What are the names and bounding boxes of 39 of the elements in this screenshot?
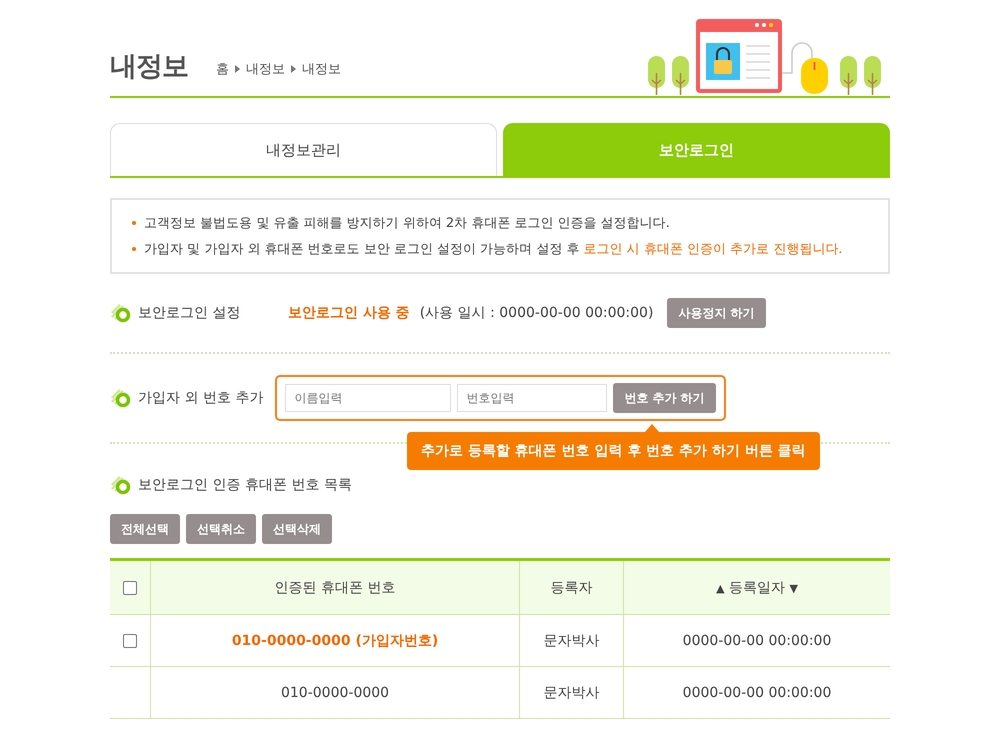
usage-date-text: (사용 일시 : 0000-00-00 00:00:00) [420,304,654,322]
name-input-field[interactable]: 이름입력 [285,384,452,412]
column-header: 등록자 [520,560,624,614]
ring-icon [110,303,132,323]
add-number-button[interactable]: 번호 추가 하기 [613,383,716,413]
column-header: 인증된 휴대폰 번호 [150,560,520,614]
registrant-name: 문자박사 [544,632,600,648]
breadcrumb-link[interactable]: 내정보 [246,60,285,78]
list-action-button[interactable]: 선택취소 [186,514,256,544]
column-header[interactable]: ▲ 등록일자 ▼ [624,560,890,614]
status-text: 보안로그인 사용 중 [288,304,410,322]
phone-number: 010-0000-0000 [280,684,390,700]
ring-icon [110,388,132,408]
registration-date: 0000-00-00 00:00:00 [682,684,832,700]
separator-icon [291,65,296,73]
breadcrumb-link[interactable]: 홈 [216,60,229,78]
page-title: 내정보 [110,50,188,84]
number-input-field[interactable]: 번호입력 [457,384,608,412]
separator-icon [235,65,240,73]
section-label: 가입자 외 번호 추가 [138,389,264,407]
tab[interactable]: 내정보관리 [110,123,497,176]
list-action-button[interactable]: 전체선택 [110,514,180,544]
bullet-icon [132,221,136,225]
registrant-name: 문자박사 [544,684,600,700]
notice-text: 고객정보 불법도용 및 유출 피해를 방지하기 위하여 2차 휴대폰 로그인 인증을 설정합니다. [144,215,670,232]
bullet-icon [132,247,136,251]
notice-text: 가입자 및 가입자 외 휴대폰 번호로도 보안 로그인 설정이 가능하며 설정 후 로그인 시 휴대폰 인증이 추가로 진행됩니다. [144,241,842,258]
stop-button[interactable]: 사용정지 하기 [667,298,766,328]
ring-icon [110,475,132,495]
checkbox[interactable] [123,634,137,648]
tooltip: 추가로 등록할 휴대폰 번호 입력 후 번호 추가 하기 버튼 클릭 [407,432,820,470]
section-label: 보안로그인 설정 [138,304,242,322]
section-label: 보안로그인 인증 휴대폰 번호 목록 [138,476,352,494]
breadcrumb-link[interactable]: 내정보 [302,60,341,78]
registration-date: 0000-00-00 00:00:00 [682,632,832,648]
tab[interactable]: 보안로그인 [503,123,890,176]
phone-number: 010-0000-0000 (가입자번호) [232,632,438,648]
checkbox[interactable] [123,580,137,595]
list-action-button[interactable]: 선택삭제 [262,514,332,544]
